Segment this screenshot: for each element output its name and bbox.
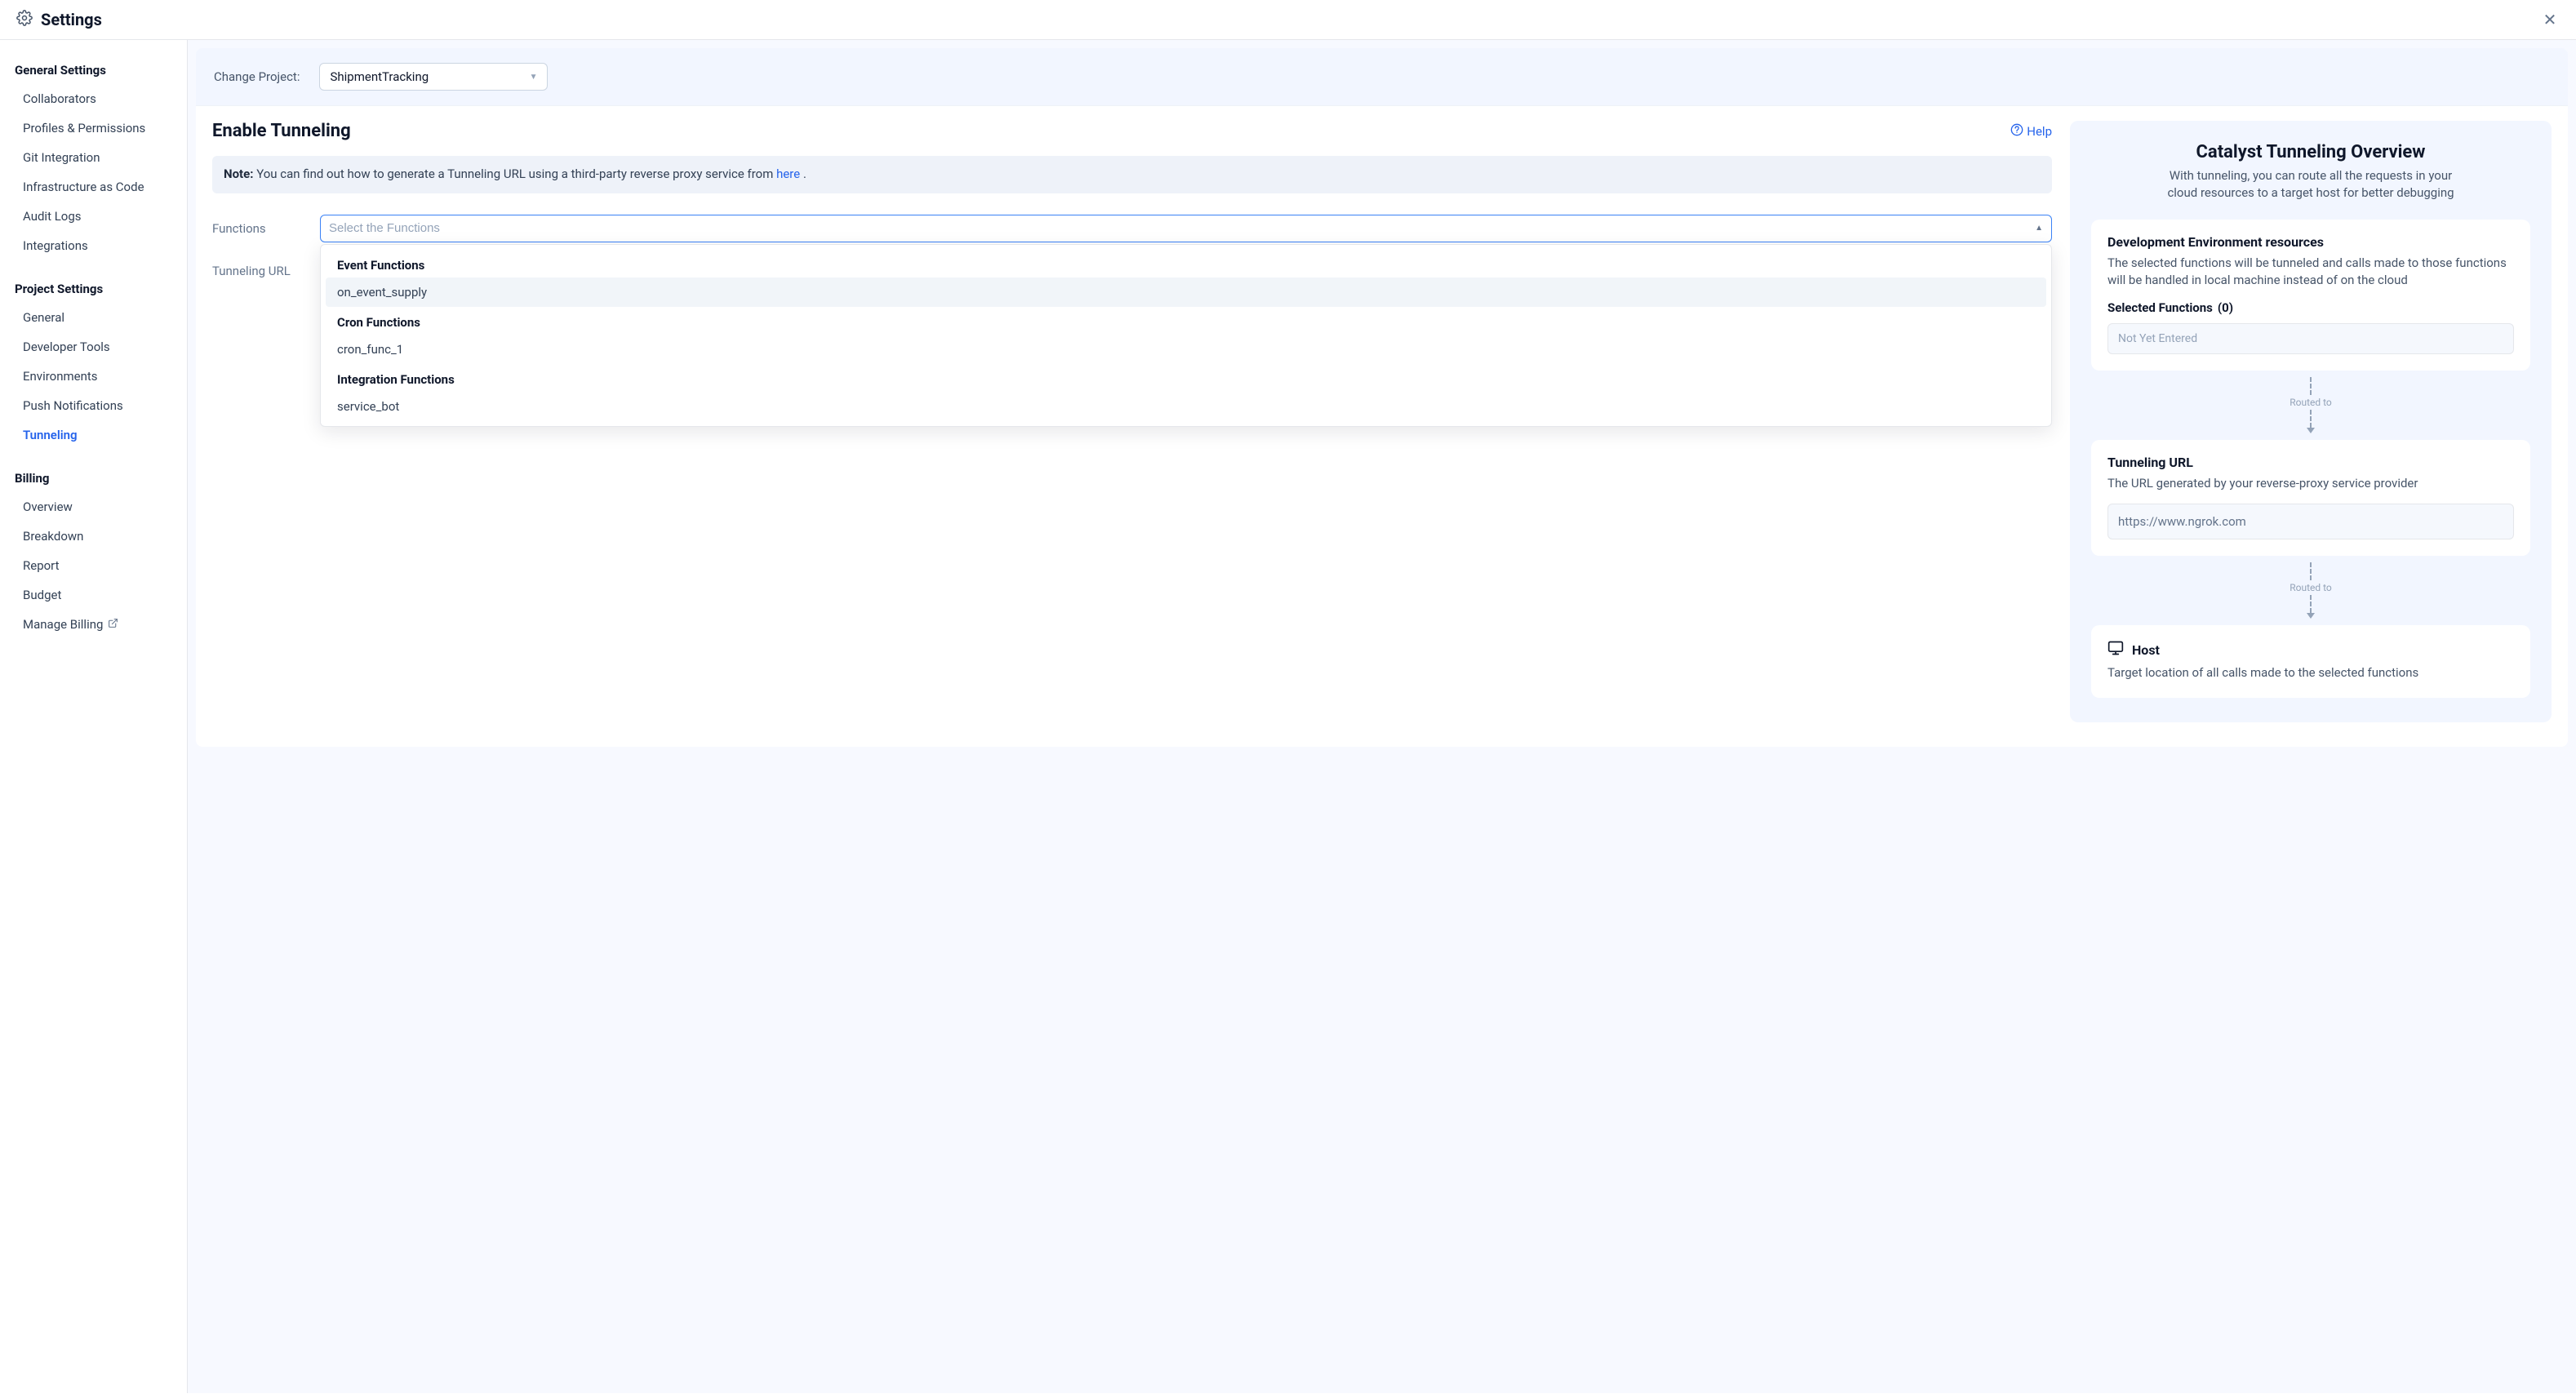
overview-title: Catalyst Tunneling Overview (2091, 142, 2530, 162)
close-icon: ✕ (2543, 11, 2557, 28)
sidebar-item-report[interactable]: Report (0, 551, 187, 580)
sidebar-item-label: Push Notifications (23, 398, 123, 413)
sidebar-item-label: General (23, 310, 64, 325)
chevron-up-icon: ▲ (2035, 224, 2043, 233)
sidebar-item-label: Infrastructure as Code (23, 180, 144, 194)
project-select[interactable]: ShipmentTracking ▼ (319, 63, 548, 91)
tunneling-url-title: Tunneling URL (2107, 455, 2514, 470)
sidebar: General Settings Collaborators Profiles … (0, 40, 188, 1393)
route-arrow-1: Routed to (2091, 377, 2530, 433)
functions-combobox[interactable]: ▲ (320, 215, 2052, 242)
note-box: Note: You can find out how to generate a… (212, 156, 2052, 193)
dev-env-desc: The selected functions will be tunneled … (2107, 255, 2514, 289)
dropdown-option-cron-func-1[interactable]: cron_func_1 (326, 335, 2046, 364)
sidebar-item-integrations[interactable]: Integrations (0, 231, 187, 260)
sidebar-item-tunneling[interactable]: Tunneling (0, 420, 187, 450)
tunneling-url-field-label: Tunneling URL (212, 257, 304, 278)
routed-to-label-2: Routed to (2285, 580, 2337, 595)
host-card: Host Target location of all calls made t… (2091, 625, 2530, 698)
chevron-down-icon: ▼ (530, 73, 538, 82)
note-here-link[interactable]: here (776, 166, 800, 181)
sidebar-item-label: Report (23, 558, 60, 573)
sidebar-item-label: Integrations (23, 238, 88, 253)
help-link-label: Help (2027, 124, 2052, 139)
panel-title: Enable Tunneling (212, 121, 351, 141)
change-project-label: Change Project: (214, 69, 300, 84)
dropdown-option-on-event-supply[interactable]: on_event_supply (326, 277, 2046, 307)
external-link-icon (108, 617, 118, 632)
route-arrow-2: Routed to (2091, 562, 2530, 619)
overview-panel: Catalyst Tunneling Overview With tunneli… (2070, 121, 2552, 722)
sidebar-item-label: Overview (23, 499, 73, 514)
sidebar-item-collaborators[interactable]: Collaborators (0, 84, 187, 113)
sidebar-item-profiles-permissions[interactable]: Profiles & Permissions (0, 113, 187, 143)
sidebar-item-label: Budget (23, 588, 61, 602)
sidebar-item-overview[interactable]: Overview (0, 492, 187, 522)
overview-subtitle: With tunneling, you can route all the re… (2164, 167, 2458, 202)
routed-to-label: Routed to (2285, 395, 2337, 410)
project-bar: Change Project: ShipmentTracking ▼ (196, 48, 2568, 106)
tunneling-url-placeholder: https://www.ngrok.com (2107, 504, 2514, 539)
functions-field-label: Functions (212, 215, 304, 236)
sidebar-item-breakdown[interactable]: Breakdown (0, 522, 187, 551)
sidebar-item-audit-logs[interactable]: Audit Logs (0, 202, 187, 231)
sidebar-item-git-integration[interactable]: Git Integration (0, 143, 187, 172)
monitor-icon (2107, 640, 2124, 659)
note-text-after: . (803, 166, 806, 181)
sidebar-item-developer-tools[interactable]: Developer Tools (0, 332, 187, 362)
selected-functions-count: (0) (2218, 300, 2233, 315)
sidebar-item-label: Git Integration (23, 150, 100, 165)
tunneling-url-desc: The URL generated by your reverse-proxy … (2107, 475, 2514, 492)
sidebar-item-manage-billing[interactable]: Manage Billing (0, 610, 187, 639)
dev-env-card: Development Environment resources The se… (2091, 220, 2530, 371)
nav-section-project: Project Settings (0, 275, 187, 303)
sidebar-item-label: Breakdown (23, 529, 83, 544)
sidebar-item-label: Audit Logs (23, 209, 82, 224)
host-title: Host (2132, 642, 2160, 658)
note-label: Note: (224, 166, 253, 181)
close-button[interactable]: ✕ (2540, 10, 2560, 29)
sidebar-item-infrastructure-as-code[interactable]: Infrastructure as Code (0, 172, 187, 202)
dropdown-group-cron: Cron Functions (326, 307, 2046, 335)
project-select-value: ShipmentTracking (330, 69, 429, 84)
sidebar-item-label: Collaborators (23, 91, 96, 106)
help-icon (2010, 123, 2023, 140)
sidebar-item-label: Profiles & Permissions (23, 121, 145, 135)
sidebar-item-environments[interactable]: Environments (0, 362, 187, 391)
nav-section-general: General Settings (0, 56, 187, 84)
nav-section-billing: Billing (0, 464, 187, 492)
note-text-before: You can find out how to generate a Tunne… (256, 166, 776, 181)
gear-icon (16, 10, 33, 29)
dropdown-group-event: Event Functions (326, 250, 2046, 277)
tunneling-form-panel: Enable Tunneling Help Note: You can find… (212, 121, 2052, 722)
page-title: Settings (41, 10, 102, 29)
sidebar-item-push-notifications[interactable]: Push Notifications (0, 391, 187, 420)
functions-input[interactable] (329, 221, 2035, 235)
selected-functions-label: Selected Functions (2107, 300, 2213, 315)
selected-functions-box: Not Yet Entered (2107, 323, 2514, 354)
sidebar-item-budget[interactable]: Budget (0, 580, 187, 610)
dev-env-title: Development Environment resources (2107, 234, 2514, 250)
sidebar-item-label: Environments (23, 369, 98, 384)
main-content: Change Project: ShipmentTracking ▼ Enabl… (188, 40, 2576, 1393)
help-link[interactable]: Help (2010, 123, 2052, 140)
sidebar-item-general[interactable]: General (0, 303, 187, 332)
functions-dropdown: Event Functions on_event_supply Cron Fun… (320, 244, 2052, 427)
dropdown-option-service-bot[interactable]: service_bot (326, 392, 2046, 421)
sidebar-item-label: Developer Tools (23, 340, 110, 354)
sidebar-item-label: Manage Billing (23, 617, 103, 632)
tunneling-url-card: Tunneling URL The URL generated by your … (2091, 440, 2530, 556)
host-desc: Target location of all calls made to the… (2107, 664, 2514, 681)
dropdown-group-integration: Integration Functions (326, 364, 2046, 392)
sidebar-item-label: Tunneling (23, 428, 78, 442)
